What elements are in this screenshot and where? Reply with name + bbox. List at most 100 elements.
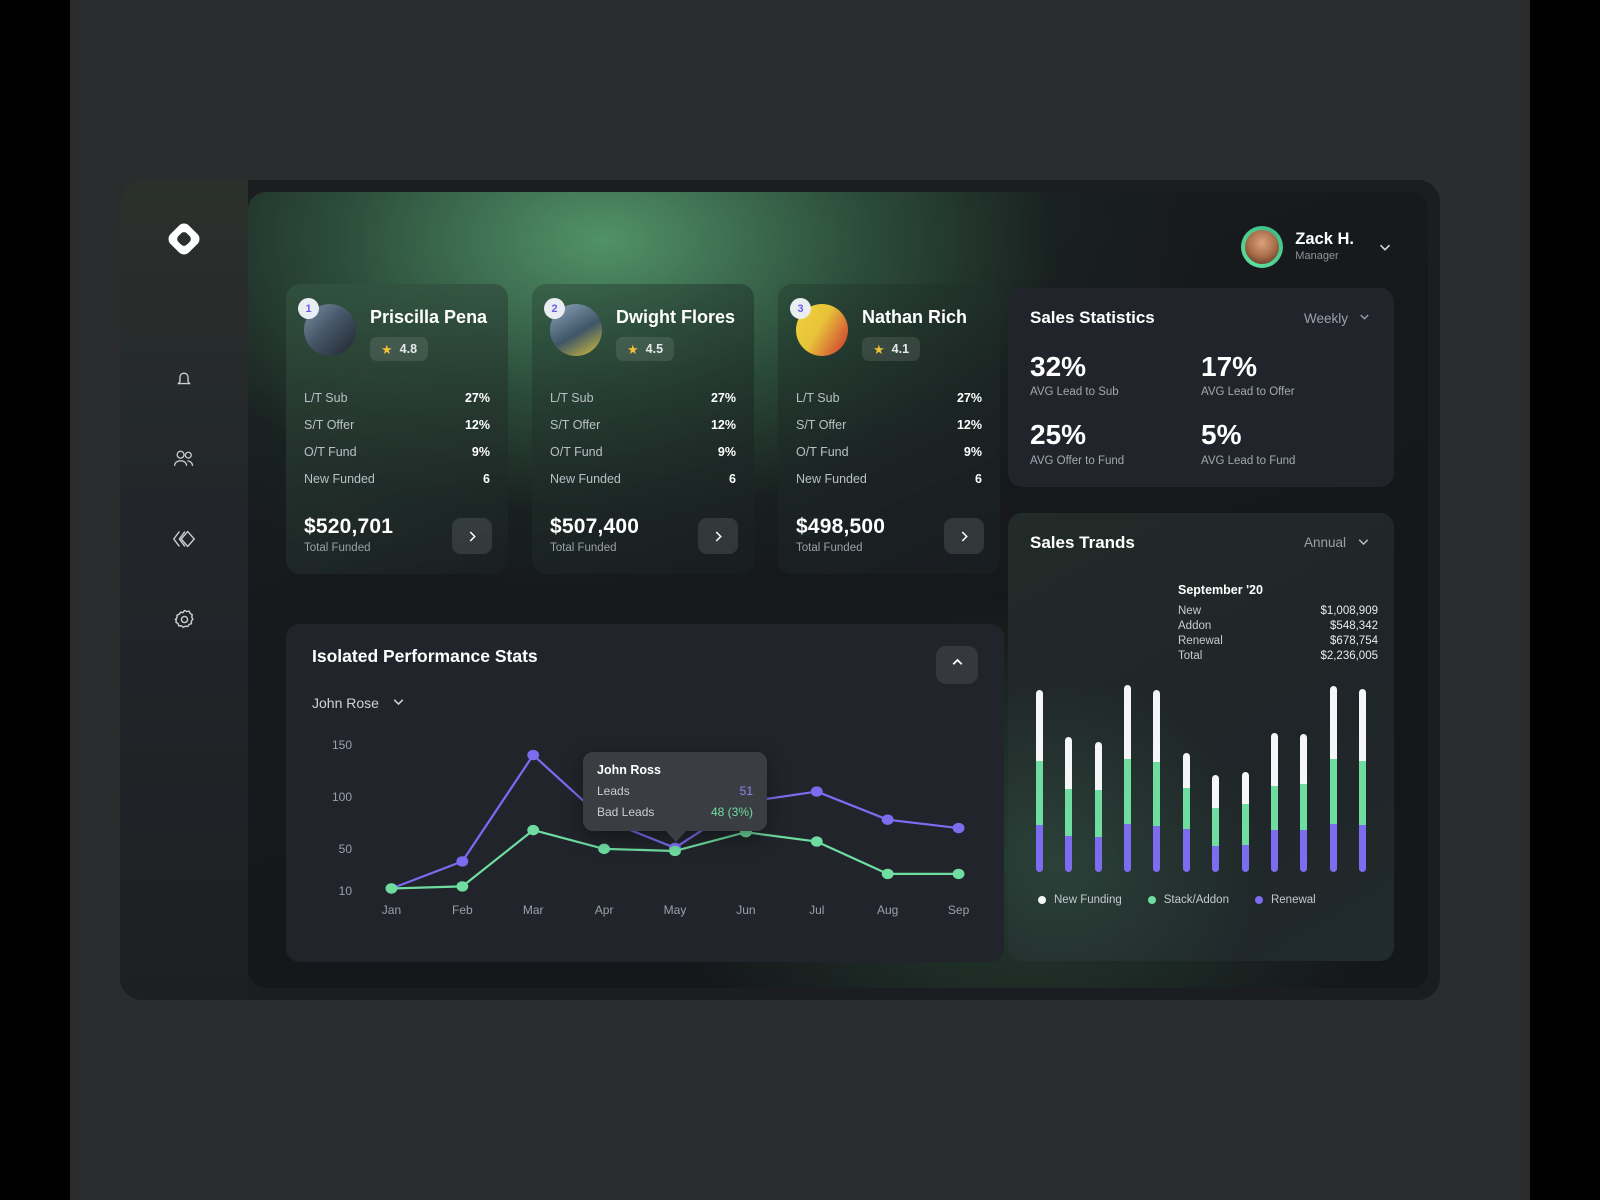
bell-icon xyxy=(173,368,195,390)
trend-bar xyxy=(1065,736,1073,872)
stat-value: 27% xyxy=(464,391,490,405)
data-point[interactable] xyxy=(881,814,894,825)
agent-stats: L/T Sub 27% S/T Offer 12% O/T Fund 9% Ne… xyxy=(304,387,490,495)
agent-details-button[interactable] xyxy=(944,518,984,554)
sales-trends-period-select[interactable]: Annual xyxy=(1304,533,1372,553)
metric: 32% AVG Lead to Sub xyxy=(1030,352,1201,399)
data-point[interactable] xyxy=(881,868,894,880)
performance-agent-select[interactable]: John Rose xyxy=(312,693,978,713)
rank-badge: 3 xyxy=(790,298,811,319)
metric: 17% AVG Lead to Offer xyxy=(1201,352,1372,399)
agent-details-button[interactable] xyxy=(452,518,492,554)
stat-row: New Funded 6 xyxy=(550,468,736,495)
x-axis-label: Aug xyxy=(877,903,899,917)
sales-statistics-period-select[interactable]: Weekly xyxy=(1304,309,1372,327)
sidebar-item-settings[interactable] xyxy=(167,602,201,636)
performance-line-chart: 10 50 100 150 Jan Feb Mar Apr May Jun Jul Aug Sep J… xyxy=(312,729,978,925)
trend-bar-segment xyxy=(1212,774,1220,809)
stat-label: New Funded xyxy=(550,472,621,486)
stat-row: L/T Sub 27% xyxy=(304,387,490,414)
trend-bar-segment xyxy=(1300,783,1308,831)
data-point[interactable] xyxy=(385,883,398,894)
x-axis-label: Jul xyxy=(809,903,825,917)
data-point[interactable] xyxy=(527,749,540,761)
trend-bar-segment xyxy=(1241,844,1249,872)
trend-bar xyxy=(1270,733,1278,872)
detail-label: Total xyxy=(1178,650,1203,663)
sidebar-item-notifications[interactable] xyxy=(167,362,201,396)
sidebar-item-collapse[interactable] xyxy=(167,522,201,556)
agent-card[interactable]: 1 Priscilla Pena ★ 4.8 L/T Sub 27% S/T O… xyxy=(286,284,508,574)
agent-details-button[interactable] xyxy=(698,518,738,554)
trend-bar-segment xyxy=(1036,761,1043,825)
diamond-logo[interactable] xyxy=(165,220,203,258)
app-window: Zack H. Manager 1 Priscilla Pena ★ 4.8 L… xyxy=(120,180,1440,1000)
x-axis-label: May xyxy=(663,903,687,917)
trend-bar-segment xyxy=(1300,734,1308,784)
detail-label: New xyxy=(1178,605,1202,618)
x-axis-label: Mar xyxy=(522,903,544,917)
trend-bar-segment xyxy=(1094,790,1102,838)
stat-row: S/T Offer 12% xyxy=(796,414,982,441)
trend-bar-segment xyxy=(1329,823,1337,872)
agent-stats: L/T Sub 27% S/T Offer 12% O/T Fund 9% Ne… xyxy=(550,387,736,495)
total-funded-label: Total Funded xyxy=(550,542,617,554)
top-header: Zack H. Manager xyxy=(286,216,1394,278)
legend-item: Stack/Addon xyxy=(1147,894,1229,906)
trend-bar-segment xyxy=(1212,808,1220,847)
legend-label: Renewal xyxy=(1270,893,1316,906)
agent-name: Dwight Flores xyxy=(616,307,736,327)
trend-bar xyxy=(1153,689,1161,872)
rating-value: 4.1 xyxy=(891,342,910,356)
rank-badge: 2 xyxy=(544,298,565,319)
rating-badge: ★ 4.8 xyxy=(370,337,429,361)
agent-card[interactable]: 2 Dwight Flores ★ 4.5 L/T Sub 27% S/T Of… xyxy=(532,284,754,574)
stat-label: L/T Sub xyxy=(550,391,594,405)
sidebar-item-team[interactable] xyxy=(167,442,201,476)
chevron-down-icon[interactable] xyxy=(1376,238,1394,256)
collapse-button[interactable] xyxy=(936,646,978,684)
data-point[interactable] xyxy=(456,881,469,892)
trend-bar-segment xyxy=(1300,830,1308,872)
data-point[interactable] xyxy=(952,822,965,834)
trend-bar-segment xyxy=(1212,846,1220,872)
tooltip-row: Leads 51 xyxy=(597,784,753,798)
data-point[interactable] xyxy=(527,824,540,836)
detail-row: Total $2,236,005 xyxy=(1178,649,1378,664)
trend-bar-segment xyxy=(1241,803,1249,845)
stat-row: L/T Sub 27% xyxy=(550,387,736,414)
trend-bar-segment xyxy=(1036,824,1043,872)
data-point[interactable] xyxy=(598,843,611,855)
metric-caption: AVG Lead to Sub xyxy=(1030,386,1119,399)
stat-row: O/T Fund 9% xyxy=(550,441,736,468)
x-axis-label: Feb xyxy=(451,903,473,917)
data-point[interactable] xyxy=(456,856,469,867)
agent-card[interactable]: 3 Nathan Rich ★ 4.1 L/T Sub 27% S/T Offe… xyxy=(778,284,1000,574)
stat-label: New Funded xyxy=(304,472,375,486)
data-point[interactable] xyxy=(810,786,823,797)
total-funded: $498,500 Total Funded xyxy=(796,515,885,554)
stat-value: 6 xyxy=(729,472,736,486)
stat-label: O/T Fund xyxy=(304,445,357,459)
data-point[interactable] xyxy=(952,868,965,880)
detail-month: September '20 xyxy=(1178,582,1263,597)
detail-row: Renewal $678,754 xyxy=(1178,634,1378,649)
data-point[interactable] xyxy=(810,836,823,847)
detail-row: New $1,008,909 xyxy=(1178,604,1378,619)
screen-background: Zack H. Manager 1 Priscilla Pena ★ 4.8 L… xyxy=(70,0,1530,1200)
trend-bar xyxy=(1329,686,1337,872)
trend-bar xyxy=(1241,772,1249,872)
metric: 25% AVG Offer to Fund xyxy=(1030,420,1201,467)
sales-trends-card: Sales Trands Annual September '20 New $1… xyxy=(1008,512,1394,961)
sales-trends-legend: New Funding Stack/Addon Renewal xyxy=(1030,894,1372,906)
stat-value: 9% xyxy=(471,445,490,459)
tooltip-pointer xyxy=(665,829,687,842)
total-funded-amount: $520,701 xyxy=(304,515,394,538)
trend-bar-segment xyxy=(1329,686,1337,759)
agent-name: Priscilla Pena xyxy=(370,307,488,327)
data-point[interactable] xyxy=(669,845,681,857)
trend-bar xyxy=(1182,753,1190,872)
detail-value: $2,236,005 xyxy=(1320,650,1378,663)
trend-bar-segment xyxy=(1153,689,1161,763)
user-menu[interactable]: Zack H. Manager xyxy=(1241,226,1394,268)
